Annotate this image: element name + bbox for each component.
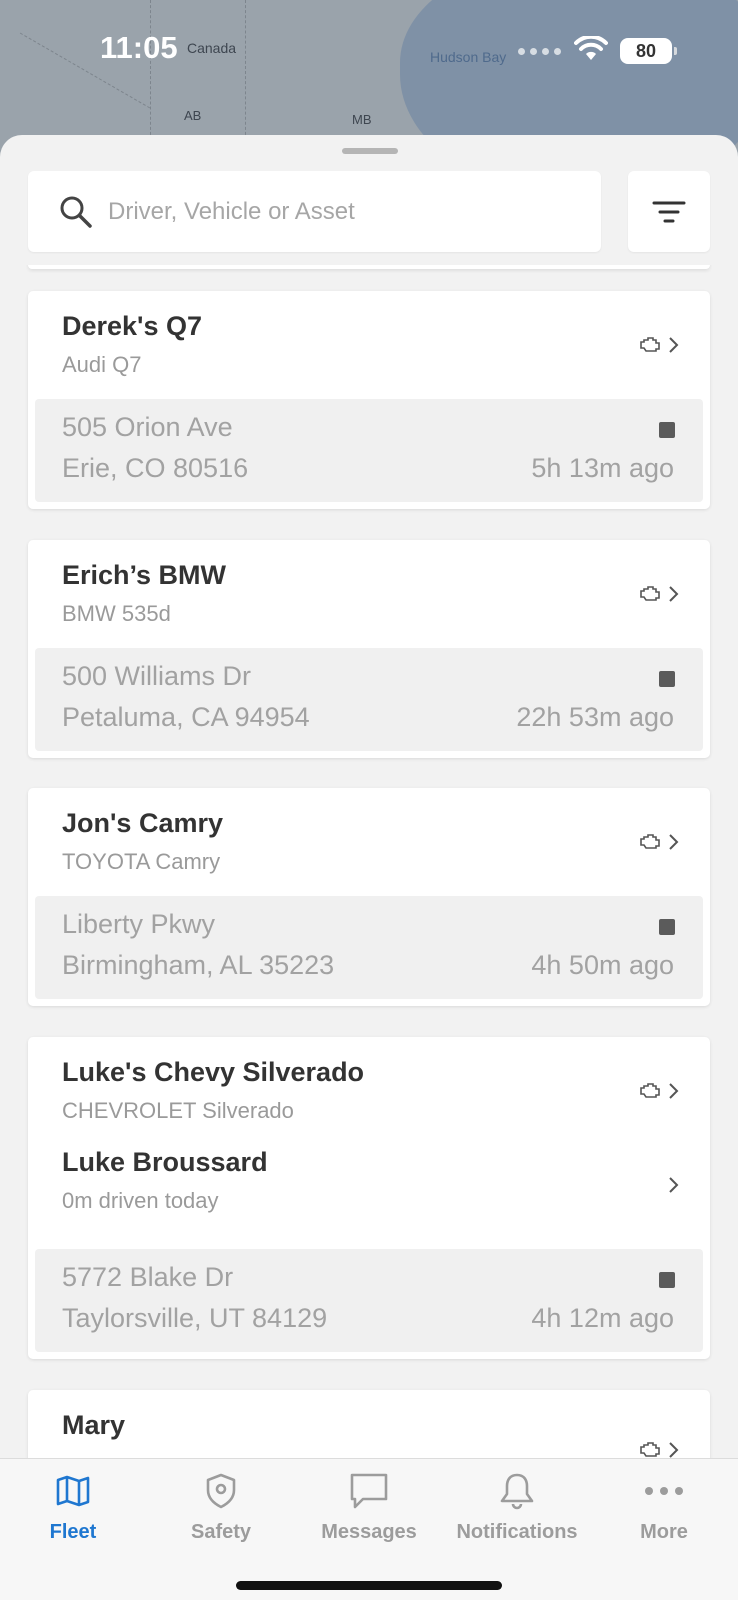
vehicle-card[interactable]: Jon's Camry TOYOTA Camry Liberty Pkwy Bi… [28, 788, 710, 1006]
last-seen-time: 4h 12m ago [531, 1303, 674, 1333]
stopped-status-icon [659, 1272, 675, 1288]
vehicle-name: Luke's Chevy Silverado [62, 1057, 365, 1087]
chevron-right-icon [669, 337, 679, 353]
vehicle-row[interactable]: Luke's Chevy Silverado CHEVROLET Silvera… [28, 1037, 710, 1145]
tab-bar: Fleet Safety Messages Notifications More [0, 1458, 738, 1600]
vehicle-row[interactable]: Derek's Q7 Audi Q7 [28, 291, 710, 399]
stopped-status-icon [659, 422, 675, 438]
vehicle-card[interactable]: Luke's Chevy Silverado CHEVROLET Silvera… [28, 1037, 710, 1359]
previous-card-edge [28, 265, 710, 269]
wifi-icon [574, 34, 608, 67]
vehicle-name: Jon's Camry [62, 808, 223, 838]
tab-messages[interactable]: Messages [299, 1469, 439, 1544]
vehicle-list-sheet: Derek's Q7 Audi Q7 505 Orion Ave Erie, C… [0, 135, 738, 1600]
engine-icon [640, 586, 660, 601]
battery-icon: 80 [620, 38, 677, 64]
last-seen-time: 4h 50m ago [531, 950, 674, 980]
engine-icon [640, 1083, 660, 1098]
vehicle-model: BMW 535d [62, 601, 171, 626]
tab-label: Messages [321, 1521, 417, 1543]
tab-more[interactable]: More [594, 1469, 734, 1544]
sheet-grabber[interactable] [342, 148, 398, 154]
map-label-country: Canada [187, 40, 237, 56]
location-box[interactable]: 5772 Blake Dr Taylorsville, UT 84129 4h … [35, 1249, 703, 1352]
map-label-province-mb: MB [352, 112, 372, 127]
bell-icon [500, 1473, 534, 1510]
cellular-signal-icon [518, 48, 561, 55]
engine-icon [640, 834, 660, 849]
location-box[interactable]: Liberty Pkwy Birmingham, AL 35223 4h 50m… [35, 896, 703, 999]
tab-label: Safety [190, 1521, 252, 1543]
vehicle-name: Mary [62, 1410, 126, 1440]
home-indicator [236, 1581, 502, 1590]
vehicle-name: Erich’s BMW [62, 560, 227, 590]
tab-label: Notifications [456, 1521, 578, 1543]
engine-icon [640, 1442, 660, 1457]
vehicle-name: Derek's Q7 [62, 311, 203, 341]
chevron-right-icon [669, 1442, 679, 1458]
vehicle-card[interactable]: Derek's Q7 Audi Q7 505 Orion Ave Erie, C… [28, 291, 710, 509]
tab-safety[interactable]: Safety [151, 1469, 291, 1544]
map-icon [56, 1475, 90, 1507]
last-seen-time: 5h 13m ago [531, 453, 674, 483]
chat-bubble-icon [350, 1473, 388, 1509]
tab-notifications[interactable]: Notifications [447, 1469, 587, 1544]
address-line1: 5772 Blake Dr [62, 1262, 234, 1292]
ellipsis-icon [645, 1487, 683, 1495]
chevron-right-icon [669, 586, 679, 602]
vehicle-row[interactable]: Erich’s BMW BMW 535d [28, 540, 710, 648]
filter-icon [652, 201, 686, 222]
address-line1: 500 Williams Dr [62, 661, 252, 691]
vehicle-model: CHEVROLET Silverado [62, 1098, 294, 1123]
address-line1: 505 Orion Ave [62, 412, 233, 442]
chevron-right-icon [669, 1177, 679, 1193]
vehicle-model: Audi Q7 [62, 352, 142, 377]
map-label-bay: Hudson Bay [430, 49, 507, 65]
last-seen-time: 22h 53m ago [516, 702, 674, 732]
chevron-right-icon [669, 834, 679, 850]
location-box[interactable]: 505 Orion Ave Erie, CO 80516 5h 13m ago [35, 399, 703, 502]
stopped-status-icon [659, 919, 675, 935]
location-box[interactable]: 500 Williams Dr Petaluma, CA 94954 22h 5… [35, 648, 703, 751]
vehicle-model: TOYOTA Camry [62, 849, 221, 874]
driver-detail: 0m driven today [62, 1188, 219, 1213]
search-icon [60, 196, 92, 228]
driver-name: Luke Broussard [62, 1147, 268, 1177]
vehicle-row[interactable]: Jon's Camry TOYOTA Camry [28, 788, 710, 896]
shield-icon [206, 1473, 236, 1509]
filter-button[interactable] [628, 171, 710, 252]
tab-label: More [640, 1521, 688, 1543]
vehicle-list[interactable]: Derek's Q7 Audi Q7 505 Orion Ave Erie, C… [0, 265, 738, 1595]
tab-fleet[interactable]: Fleet [3, 1469, 143, 1544]
stopped-status-icon [659, 671, 675, 687]
search-input[interactable] [108, 197, 578, 226]
address-line1: Liberty Pkwy [62, 909, 216, 939]
tab-label: Fleet [49, 1521, 97, 1543]
chevron-right-icon [669, 1083, 679, 1099]
status-time: 11:05 [100, 30, 178, 65]
map-label-province-ab: AB [184, 108, 202, 123]
engine-icon [640, 337, 660, 352]
search-bar[interactable] [28, 171, 601, 252]
driver-row[interactable]: Luke Broussard 0m driven today [28, 1145, 710, 1249]
vehicle-card[interactable]: Erich’s BMW BMW 535d 500 Williams Dr Pet… [28, 540, 710, 758]
